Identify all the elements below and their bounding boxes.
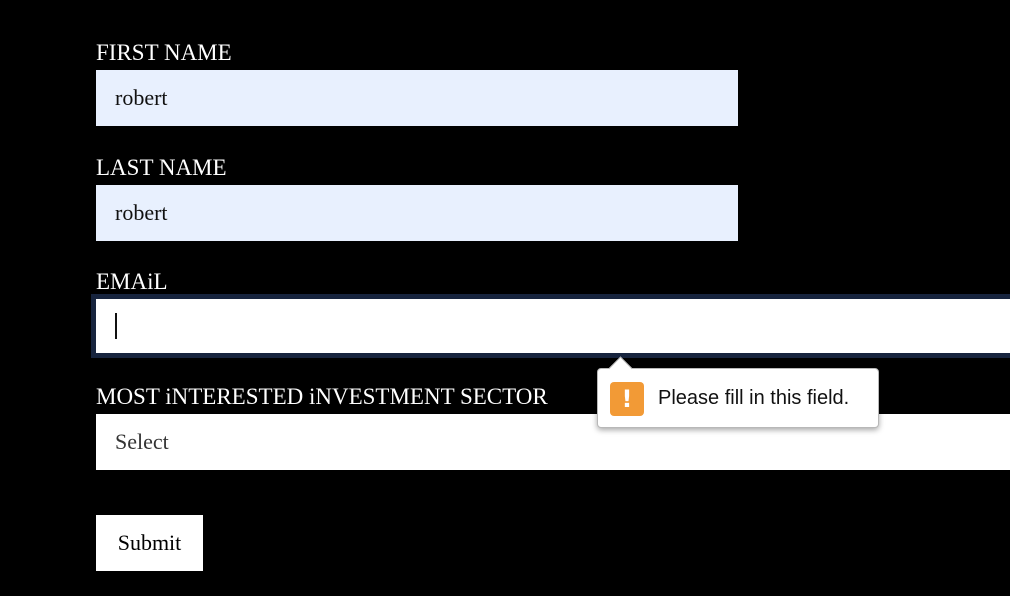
validation-message: Please fill in this field. bbox=[658, 387, 850, 409]
submit-button[interactable]: Submit bbox=[96, 515, 203, 571]
sector-label: MOST iNTERESTED iNVESTMENT SECTOR bbox=[96, 384, 548, 409]
text-caret bbox=[115, 312, 117, 339]
first-name-label: FIRST NAME bbox=[96, 40, 232, 65]
email-label: EMAiL bbox=[96, 269, 168, 294]
tooltip-arrow bbox=[608, 356, 633, 381]
last-name-input[interactable]: robert bbox=[96, 185, 738, 241]
signup-form: FIRST NAME robert LAST NAME robert EMAiL… bbox=[0, 0, 1010, 596]
last-name-label: LAST NAME bbox=[96, 155, 227, 180]
email-input[interactable] bbox=[91, 294, 1010, 358]
validation-tooltip: ! Please fill in this field. bbox=[597, 356, 879, 428]
warning-icon: ! bbox=[610, 382, 644, 416]
first-name-input[interactable]: robert bbox=[96, 70, 738, 126]
